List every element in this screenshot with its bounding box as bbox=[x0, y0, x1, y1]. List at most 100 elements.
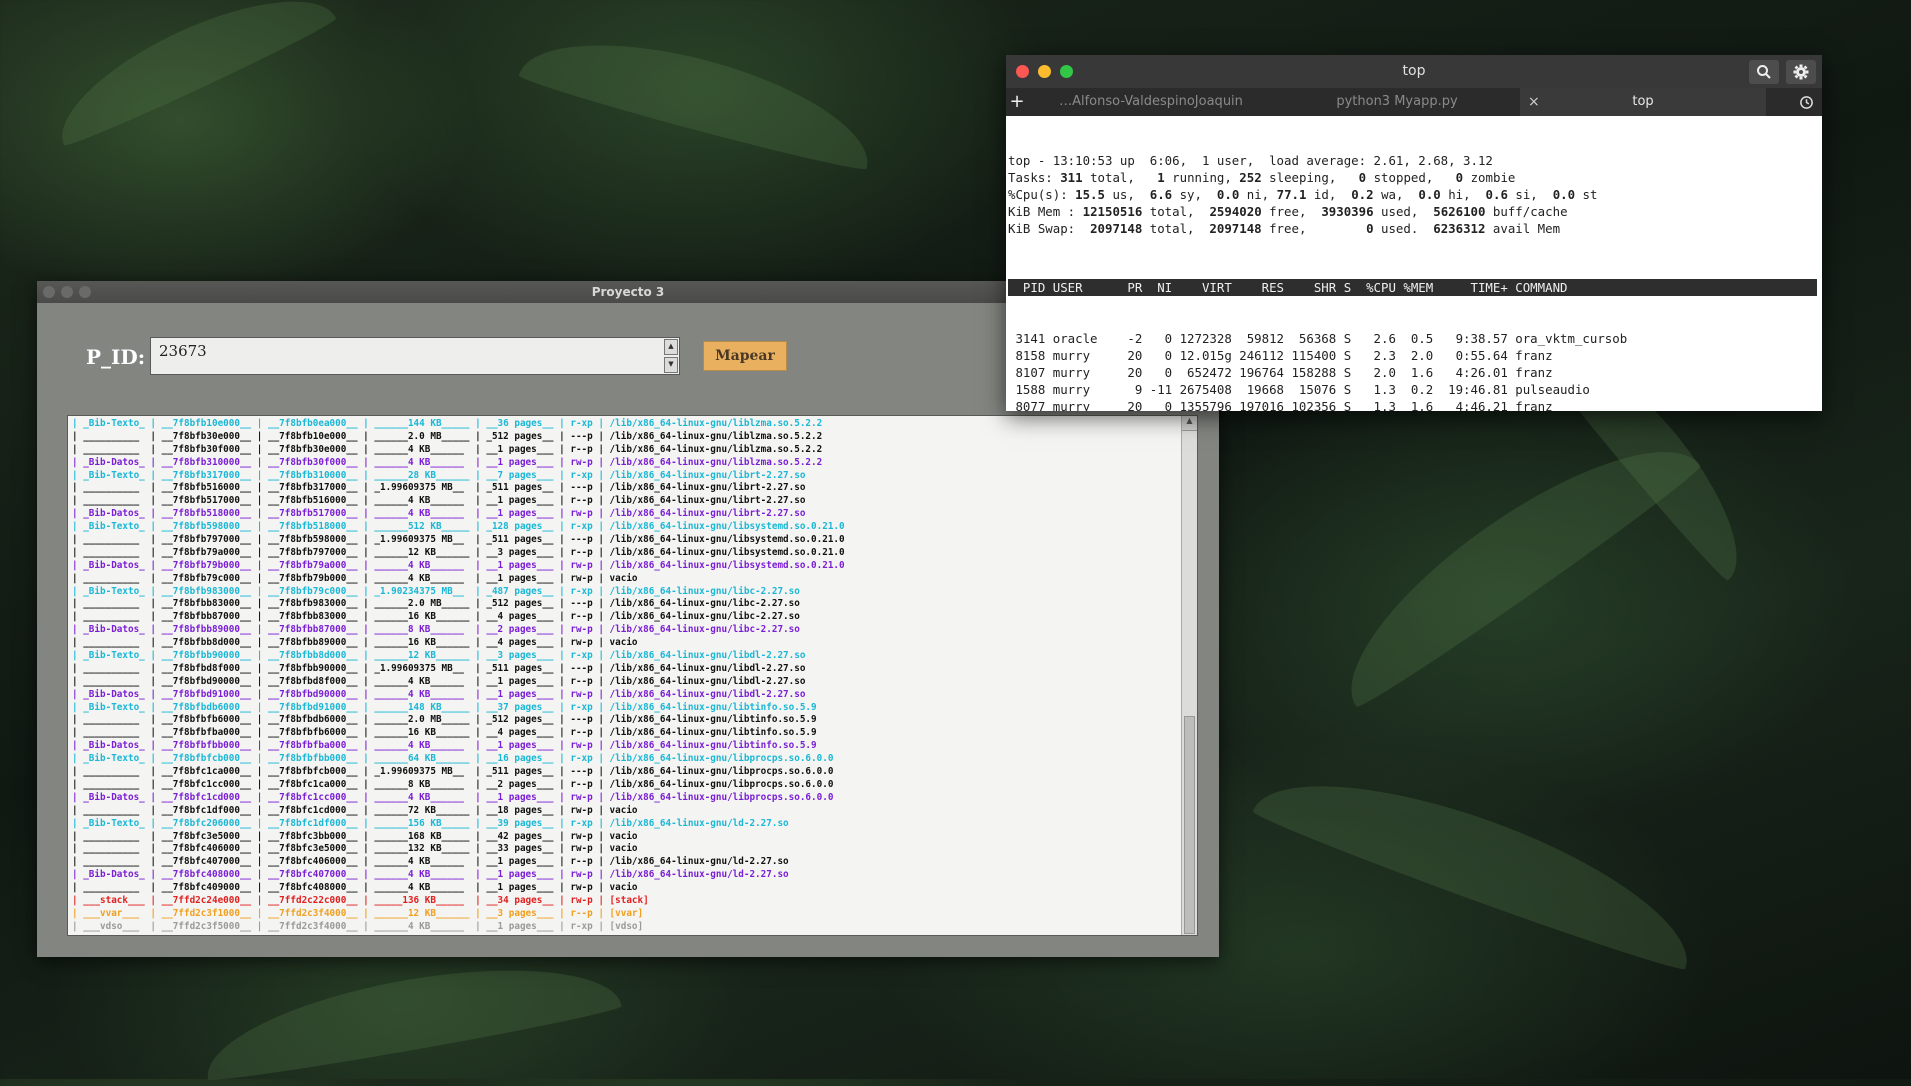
row-end: __7f8bfbb89000__ bbox=[267, 637, 358, 649]
memory-map-row[interactable]: | ___vdso___ | __7ffd2c3f5000__ | __7ffd… bbox=[72, 921, 1177, 934]
row-perm: r--p bbox=[570, 778, 593, 790]
pid-input-value: 23673 bbox=[159, 342, 207, 360]
tab-python[interactable]: python3 Myapp.py bbox=[1274, 88, 1520, 116]
memory-map-row[interactable]: | __________ | __7f8bfc3e5000__ | __7f8b… bbox=[72, 831, 1177, 844]
memory-map-row[interactable]: | __________ | __7f8bfc1cc000__ | __7f8b… bbox=[72, 779, 1177, 792]
memory-map-row[interactable]: | _Bib-Datos_ | __7f8bfb310000__ | __7f8… bbox=[72, 457, 1177, 470]
memory-map-row[interactable]: | __________ | __7f8bfbfba000__ | __7f8b… bbox=[72, 727, 1177, 740]
memory-map-row[interactable]: | __________ | __7f8bfbd90000__ | __7f8b… bbox=[72, 676, 1177, 689]
memory-map-row[interactable]: | __________ | __7f8bfc407000__ | __7f8b… bbox=[72, 856, 1177, 869]
row-pages: __18 pages__ bbox=[486, 804, 554, 816]
process-row[interactable]: 8158 murry 20 0 12.015g 246112 115400 S … bbox=[1008, 347, 1820, 364]
row-file: /lib/x86_64-linux-gnu/ld-2.27.so bbox=[609, 869, 789, 881]
memory-map-row[interactable]: | __________ | __7f8bfb517000__ | __7f8b… bbox=[72, 495, 1177, 508]
close-window-button[interactable] bbox=[1016, 65, 1029, 78]
memory-map-row[interactable]: | _Bib-Datos_ | __7f8bfc1cd000__ | __7f8… bbox=[72, 792, 1177, 805]
row-start: __7f8bfc407000__ bbox=[161, 856, 252, 868]
scroll-up-icon[interactable]: ▲ bbox=[1182, 416, 1197, 431]
memory-map-row[interactable]: | _Bib-Datos_ | __7f8bfbfbb000__ | __7f8… bbox=[72, 740, 1177, 753]
memory-map-row[interactable]: | _Bib-Texto_ | __7f8bfb10e000__ | __7f8… bbox=[72, 418, 1177, 431]
row-end: __7ffd2c3f4000__ bbox=[267, 907, 358, 919]
memory-map-row[interactable]: | _Bib-Texto_ | __7f8bfbb90000__ | __7f8… bbox=[72, 650, 1177, 663]
pid-input-scroll[interactable]: ▲ ▼ bbox=[664, 339, 678, 373]
process-row[interactable]: 8077 murry 20 0 1355796 197016 102356 S … bbox=[1008, 398, 1820, 411]
process-row[interactable]: 3141 oracle -2 0 1272328 59812 56368 S 2… bbox=[1008, 330, 1820, 347]
memory-map-row[interactable]: | ___vvar___ | __7ffd2c3f1000__ | __7ffd… bbox=[72, 908, 1177, 921]
gear-icon[interactable] bbox=[1786, 60, 1816, 84]
memory-map-row[interactable]: | _Bib-Datos_ | __7f8bfb518000__ | __7f8… bbox=[72, 508, 1177, 521]
new-tab-button[interactable]: + bbox=[1006, 88, 1028, 116]
list-scrollbar[interactable]: ▲ bbox=[1181, 416, 1197, 935]
row-start: __7f8bfbb89000__ bbox=[161, 624, 252, 636]
row-start: __7ffd2c24e000__ bbox=[161, 894, 252, 906]
maximize-window-button[interactable] bbox=[79, 286, 91, 298]
row-pages: _511 pages__ bbox=[486, 766, 554, 778]
memory-map-row[interactable]: | _Bib-Datos_ | __7f8bfc408000__ | __7f8… bbox=[72, 869, 1177, 882]
memory-map-row[interactable]: | _Bib-Datos_ | __7f8bfbb89000__ | __7f8… bbox=[72, 624, 1177, 637]
tab-top[interactable]: × top bbox=[1520, 88, 1766, 116]
summary-part: free, bbox=[1261, 204, 1322, 219]
memory-map-row[interactable]: | _Bib-Texto_ | __7f8bfbfcb000__ | __7f8… bbox=[72, 753, 1177, 766]
row-seg: _Bib-Texto_ bbox=[83, 753, 145, 765]
memory-map-row[interactable]: | __________ | __7f8bfb30e000__ | __7f8b… bbox=[72, 431, 1177, 444]
terminal-output[interactable]: top - 13:10:53 up 6:06, 1 user, load ave… bbox=[1008, 118, 1820, 411]
row-size: ______12 KB______ bbox=[374, 546, 470, 558]
close-tab-icon[interactable]: × bbox=[1528, 88, 1540, 116]
summary-part: 252 bbox=[1239, 170, 1262, 185]
summary-part: total, bbox=[1142, 221, 1210, 236]
pid-input[interactable]: 23673 ▲ ▼ bbox=[150, 337, 680, 375]
row-perm: ---p bbox=[570, 714, 593, 726]
memory-map-row[interactable]: | __________ | __7f8bfbfb6000__ | __7f8b… bbox=[72, 714, 1177, 727]
process-row[interactable]: 1588 murry 9 -11 2675408 19668 15076 S 1… bbox=[1008, 381, 1820, 398]
memory-map-row[interactable]: | __________ | __7f8bfc409000__ | __7f8b… bbox=[72, 882, 1177, 895]
scrollbar-thumb[interactable] bbox=[1184, 716, 1195, 934]
memory-map-row[interactable]: | ___stack___ | __7ffd2c24e000__ | __7ff… bbox=[72, 895, 1177, 908]
memory-map-row[interactable]: | _Bib-Texto_ | __7f8bfb317000__ | __7f8… bbox=[72, 470, 1177, 483]
row-pages: _512 pages__ bbox=[486, 714, 554, 726]
terminal-titlebar[interactable]: top bbox=[1006, 55, 1822, 88]
row-start: __7f8bfbb90000__ bbox=[161, 650, 252, 662]
maximize-window-button[interactable] bbox=[1060, 65, 1073, 78]
summary-part: ni, bbox=[1239, 187, 1277, 202]
row-file: /lib/x86_64-linux-gnu/liblzma.so.5.2.2 bbox=[609, 418, 823, 429]
search-icon[interactable] bbox=[1749, 60, 1779, 84]
summary-line: Tasks: 311 total, 1 running, 252 sleepin… bbox=[1008, 169, 1820, 186]
memory-map-row[interactable]: | __________ | __7f8bfbd8f000__ | __7f8b… bbox=[72, 663, 1177, 676]
memory-map-row[interactable]: | _Bib-Texto_ | __7f8bfb983000__ | __7f8… bbox=[72, 586, 1177, 599]
mapear-button[interactable]: Mapear bbox=[703, 341, 787, 371]
process-row[interactable]: 8107 murry 20 0 652472 196764 158288 S 2… bbox=[1008, 364, 1820, 381]
memory-map-row[interactable]: | __________ | __7f8bfbb87000__ | __7f8b… bbox=[72, 611, 1177, 624]
memory-map-row[interactable]: | _Bib-Texto_ | __7f8bfb598000__ | __7f8… bbox=[72, 521, 1177, 534]
memory-map-row[interactable]: | _Bib-Texto_ | __7f8bfbdb6000__ | __7f8… bbox=[72, 702, 1177, 715]
memory-map-row[interactable]: | __________ | __7f8bfbb8d000__ | __7f8b… bbox=[72, 637, 1177, 650]
memory-map-row[interactable]: | __________ | __7f8bfb30f000__ | __7f8b… bbox=[72, 444, 1177, 457]
row-size: ______2.0 MB_____ bbox=[374, 598, 470, 610]
row-end: __7f8bfbb90000__ bbox=[267, 662, 358, 674]
scroll-down-icon[interactable]: ▼ bbox=[664, 357, 678, 373]
memory-map-row[interactable]: | _Bib-Datos_ | __7f8bfbd91000__ | __7f8… bbox=[72, 689, 1177, 702]
row-file: [vdso] bbox=[609, 920, 644, 932]
scroll-up-icon[interactable]: ▲ bbox=[664, 339, 678, 355]
memory-map-row[interactable]: | __________ | __7f8bfb79c000__ | __7f8b… bbox=[72, 573, 1177, 586]
row-seg: __________ bbox=[83, 611, 140, 623]
row-start: __7f8bfc1df000__ bbox=[161, 804, 252, 816]
memory-map-list[interactable]: | _Bib-Texto_ | __7f8bfb10e000__ | __7f8… bbox=[67, 415, 1198, 936]
minimize-window-button[interactable] bbox=[61, 286, 73, 298]
memory-map-row[interactable]: | _Bib-Texto_ | __7f8bfc206000__ | __7f8… bbox=[72, 818, 1177, 831]
memory-map-row[interactable]: | _Bib-Datos_ | __7f8bfb79b000__ | __7f8… bbox=[72, 560, 1177, 573]
minimize-window-button[interactable] bbox=[1038, 65, 1051, 78]
row-start: __7f8bfbd8f000__ bbox=[161, 662, 252, 674]
memory-map-row[interactable]: | __________ | __7f8bfc406000__ | __7f8b… bbox=[72, 843, 1177, 856]
memory-map-row[interactable]: | __________ | __7f8bfb516000__ | __7f8b… bbox=[72, 482, 1177, 495]
memory-map-row[interactable]: | __________ | __7f8bfb79a000__ | __7f8b… bbox=[72, 547, 1177, 560]
row-start: __7f8bfb598000__ bbox=[161, 521, 252, 533]
row-seg: __________ bbox=[83, 727, 140, 739]
memory-map-row[interactable]: | __________ | __7f8bfbb83000__ | __7f8b… bbox=[72, 598, 1177, 611]
memory-map-row[interactable]: | __________ | __7f8bfc1ca000__ | __7f8b… bbox=[72, 766, 1177, 779]
memory-map-row[interactable]: | __________ | __7f8bfb797000__ | __7f8b… bbox=[72, 534, 1177, 547]
memory-map-row[interactable]: | __________ | __7f8bfc1df000__ | __7f8b… bbox=[72, 805, 1177, 818]
history-icon[interactable] bbox=[1766, 88, 1822, 116]
row-perm: ---p bbox=[570, 482, 593, 494]
close-window-button[interactable] bbox=[43, 286, 55, 298]
tab-session-1[interactable]: …Alfonso-ValdespinoJoaquin bbox=[1028, 88, 1274, 116]
